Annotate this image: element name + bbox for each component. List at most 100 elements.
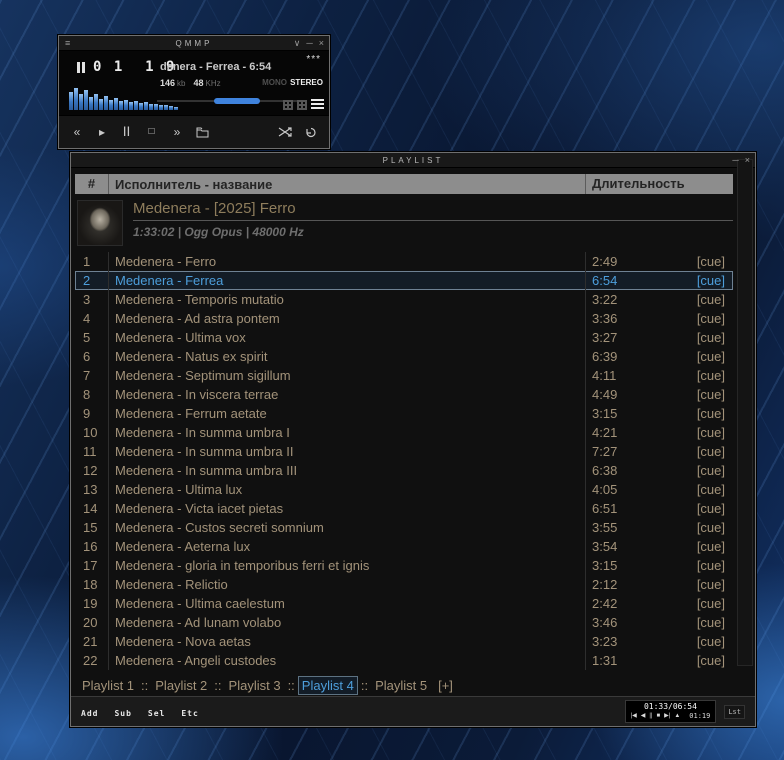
playlist-row[interactable]: 20Medenera - Ad lunam volabo3:46[cue] — [75, 613, 733, 632]
playlist-row[interactable]: 3Medenera - Temporis mutatio3:22[cue] — [75, 290, 733, 309]
mini-transport-button[interactable]: |◀ — [631, 713, 637, 719]
add-button[interactable]: Add — [81, 709, 98, 718]
open-file-icon[interactable] — [196, 127, 209, 138]
column-header-duration[interactable]: Длительность — [585, 174, 733, 194]
playlist-row[interactable]: 17Medenera - gloria in temporibus ferri … — [75, 556, 733, 575]
seek-handle[interactable] — [214, 98, 260, 104]
playlist-window: PLAYLIST ─ × # Исполнитель - название Дл… — [70, 152, 756, 727]
playlist-row[interactable]: 6Medenera - Natus ex spirit6:39[cue] — [75, 347, 733, 366]
playlist-row[interactable]: 15Medenera - Custos secreti somnium3:55[… — [75, 518, 733, 537]
etc-button[interactable]: Etc — [181, 709, 198, 718]
track-cue-badge: [cue] — [697, 480, 725, 499]
playlist-close-icon[interactable]: × — [745, 155, 750, 165]
playlist-row[interactable]: 9Medenera - Ferrum aetate3:15[cue] — [75, 404, 733, 423]
mini-transport-button[interactable]: ▶| — [664, 713, 670, 719]
column-header-title[interactable]: Исполнитель - название — [109, 177, 585, 192]
track-title: Medenera - Natus ex spirit — [109, 347, 585, 366]
visualizer-bar — [89, 97, 93, 110]
playlist-row[interactable]: 4Medenera - Ad astra pontem3:36[cue] — [75, 309, 733, 328]
track-title: Medenera - In summa umbra II — [109, 442, 585, 461]
track-duration-cell: 7:27[cue] — [585, 442, 733, 461]
play-button[interactable]: ▸ — [96, 126, 108, 138]
track-duration: 3:54 — [592, 537, 617, 556]
track-number: 3 — [75, 290, 109, 309]
playlist-row[interactable]: 10Medenera - In summa umbra I4:21[cue] — [75, 423, 733, 442]
playlist-tab[interactable]: Playlist 5 — [372, 677, 430, 694]
track-cue-badge: [cue] — [697, 594, 725, 613]
shade-icon[interactable]: ∨ — [294, 38, 301, 49]
sel-button[interactable]: Sel — [148, 709, 165, 718]
track-number: 12 — [75, 461, 109, 480]
playlist-toggle-icon[interactable] — [311, 99, 324, 110]
shuffle-icon[interactable] — [278, 127, 292, 137]
track-title-marquee[interactable]: denera - Ferrea - 6:54 — [160, 61, 293, 73]
playlist-tab[interactable]: Playlist 4 — [299, 677, 357, 694]
playlist-row[interactable]: 2Medenera - Ferrea6:54[cue] — [75, 271, 733, 290]
track-number: 15 — [75, 518, 109, 537]
playlist-column-headers[interactable]: # Исполнитель - название Длительность — [75, 174, 733, 194]
list-menu-button[interactable]: Lst — [724, 705, 745, 719]
playlist-scrollbar[interactable] — [737, 159, 753, 666]
pause-button[interactable]: || — [121, 127, 133, 137]
playlist-row[interactable]: 18Medenera - Relictio2:12[cue] — [75, 575, 733, 594]
menu-icon[interactable]: ≡ — [65, 38, 70, 48]
close-icon[interactable]: × — [319, 38, 324, 49]
sub-button[interactable]: Sub — [114, 709, 131, 718]
playlist-row[interactable]: 21Medenera - Nova aetas3:23[cue] — [75, 632, 733, 651]
playlist-row[interactable]: 12Medenera - In summa umbra III6:38[cue] — [75, 461, 733, 480]
playlist-tab[interactable]: Playlist 1 — [79, 677, 137, 694]
mini-transport-button[interactable]: ◀ — [641, 713, 646, 719]
track-number: 19 — [75, 594, 109, 613]
playlist-row[interactable]: 13Medenera - Ultima lux4:05[cue] — [75, 480, 733, 499]
track-duration-cell: 6:51[cue] — [585, 499, 733, 518]
visualizer-bar — [159, 105, 163, 110]
repeat-icon[interactable] — [305, 127, 317, 138]
column-header-number[interactable]: # — [75, 174, 109, 194]
track-cue-badge: [cue] — [697, 632, 725, 651]
track-cue-badge: [cue] — [697, 651, 725, 670]
playlist-tab[interactable]: Playlist 2 — [152, 677, 210, 694]
track-cue-badge: [cue] — [697, 404, 725, 423]
mini-transport-button[interactable]: || — [649, 713, 652, 719]
playlist-row[interactable]: 5Medenera - Ultima vox3:27[cue] — [75, 328, 733, 347]
visualizer[interactable] — [69, 87, 178, 110]
visualizer-bar — [99, 99, 103, 110]
track-title: Medenera - Temporis mutatio — [109, 290, 585, 309]
playlist-row[interactable]: 7Medenera - Septimum sigillum4:11[cue] — [75, 366, 733, 385]
next-button[interactable]: » — [171, 126, 183, 138]
mini-transport-button[interactable]: ▲ — [674, 713, 680, 719]
minimize-icon[interactable]: ─ — [306, 38, 312, 49]
stop-button[interactable]: □ — [146, 127, 158, 137]
visualizer-bar — [164, 105, 168, 110]
track-cue-badge: [cue] — [697, 252, 725, 271]
pause-indicator-icon — [77, 62, 85, 73]
new-playlist-button[interactable]: [+] — [438, 678, 453, 693]
playlist-row[interactable]: 22Medenera - Angeli custodes1:31[cue] — [75, 651, 733, 670]
track-duration-cell: 3:23[cue] — [585, 632, 733, 651]
playlist-titlebar[interactable]: PLAYLIST ─ × — [71, 153, 755, 168]
playlist-row[interactable]: 8Medenera - In viscera terrae4:49[cue] — [75, 385, 733, 404]
playlist-row[interactable]: 11Medenera - In summa umbra II7:27[cue] — [75, 442, 733, 461]
playlist-row[interactable]: 19Medenera - Ultima caelestum2:42[cue] — [75, 594, 733, 613]
track-duration-cell: 4:11[cue] — [585, 366, 733, 385]
mini-transport-button[interactable]: ■ — [657, 713, 661, 719]
playlist-row[interactable]: 1Medenera - Ferro2:49[cue] — [75, 252, 733, 271]
playlist-row[interactable]: 14Medenera - Victa iacet pietas6:51[cue] — [75, 499, 733, 518]
track-title: Medenera - Nova aetas — [109, 632, 585, 651]
player-titlebar[interactable]: ≡ QMMP ∨ ─ × — [59, 36, 329, 51]
playlist-row[interactable]: 16Medenera - Aeterna lux3:54[cue] — [75, 537, 733, 556]
track-number: 18 — [75, 575, 109, 594]
samplerate-unit: KHz — [206, 79, 221, 88]
track-duration-cell: 4:21[cue] — [585, 423, 733, 442]
track-title: Medenera - Angeli custodes — [109, 651, 585, 670]
track-title: Medenera - Ferrea — [109, 271, 585, 290]
playlist-tab[interactable]: Playlist 3 — [226, 677, 284, 694]
visual-mode-icon[interactable] — [297, 100, 307, 110]
playlist-minimize-icon[interactable]: ─ — [732, 155, 738, 165]
equalizer-toggle-icon[interactable] — [283, 100, 293, 110]
previous-button[interactable]: « — [71, 126, 83, 138]
track-cue-badge: [cue] — [697, 556, 725, 575]
samplerate-value: 48 — [193, 78, 203, 88]
track-duration-cell: 3:36[cue] — [585, 309, 733, 328]
track-number: 1 — [75, 252, 109, 271]
